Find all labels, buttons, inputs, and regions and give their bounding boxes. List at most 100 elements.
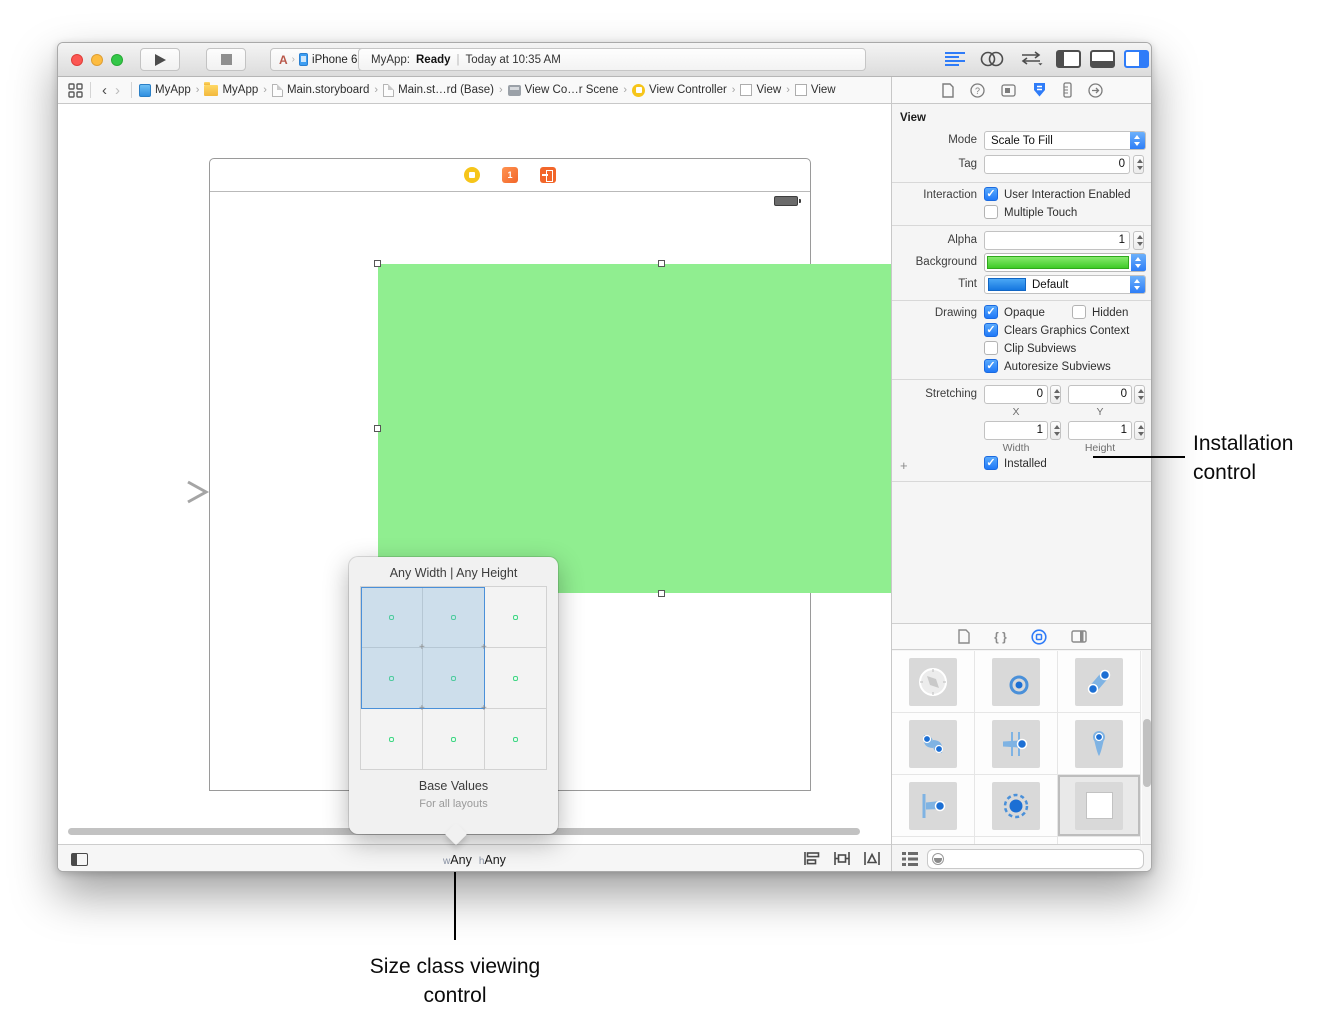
resize-handle-bottom-center[interactable]: [658, 590, 665, 597]
library-item[interactable]: [1058, 651, 1141, 713]
assistant-editor-button[interactable]: [980, 51, 1004, 67]
toggle-navigator-button[interactable]: [1056, 50, 1081, 68]
resize-handle-top-center[interactable]: [658, 260, 665, 267]
alpha-stepper[interactable]: [1133, 231, 1144, 250]
user-interaction-checkbox[interactable]: ✓: [984, 187, 998, 201]
version-editor-button[interactable]: [1018, 50, 1044, 68]
hidden-checkbox[interactable]: ✓: [1072, 305, 1086, 319]
resolve-issues-button[interactable]: [863, 851, 881, 866]
object-library-tab[interactable]: [1031, 629, 1047, 645]
close-window-button[interactable]: [71, 54, 83, 66]
library-item[interactable]: [892, 713, 975, 775]
view-controller-dock-icon[interactable]: [464, 167, 480, 183]
size-class-cell[interactable]: [360, 586, 423, 648]
library-item[interactable]: [975, 775, 1058, 837]
library-item[interactable]: [892, 651, 975, 713]
code-snippet-library-tab[interactable]: { }: [994, 630, 1007, 644]
pin-button[interactable]: [833, 851, 851, 866]
forward-button[interactable]: ›: [111, 83, 124, 98]
file-inspector-tab[interactable]: [942, 83, 954, 98]
stretch-x-field[interactable]: 0: [984, 385, 1048, 404]
stretch-x-stepper[interactable]: [1050, 385, 1061, 404]
background-color-well[interactable]: [984, 253, 1146, 272]
size-class-cell[interactable]: [422, 708, 485, 770]
tag-stepper[interactable]: [1133, 155, 1144, 174]
zoom-window-button[interactable]: [111, 54, 123, 66]
back-button[interactable]: ‹: [98, 83, 111, 98]
quick-help-tab[interactable]: ?: [970, 83, 985, 98]
library-item[interactable]: [892, 837, 975, 844]
size-class-viewing-control[interactable]: wAnyhAny: [58, 851, 891, 869]
add-variation-button[interactable]: +: [900, 458, 908, 473]
chevron-right-icon: ›: [732, 84, 736, 96]
file-template-library-tab[interactable]: [958, 629, 970, 644]
standard-editor-button[interactable]: [944, 51, 966, 67]
library-item[interactable]: [975, 837, 1058, 844]
breadcrumb-project[interactable]: MyApp: [139, 84, 191, 97]
stretch-y-stepper[interactable]: [1134, 385, 1145, 404]
identity-inspector-tab[interactable]: [1001, 83, 1016, 98]
stretch-y-field[interactable]: 0: [1068, 385, 1132, 404]
tag-field[interactable]: 0: [984, 155, 1130, 174]
stretch-height-field[interactable]: 1: [1068, 421, 1132, 440]
related-items-icon[interactable]: [68, 83, 83, 98]
toggle-debug-area-button[interactable]: [1090, 50, 1115, 68]
breadcrumb-storyboard[interactable]: Main.storyboard: [272, 84, 369, 97]
size-class-cell[interactable]: [484, 708, 547, 770]
multiple-touch-checkbox[interactable]: ✓: [984, 205, 998, 219]
grid-dot-icon: [389, 676, 394, 681]
size-class-cell[interactable]: [360, 647, 423, 709]
stretch-width-field[interactable]: 1: [984, 421, 1048, 440]
installed-checkbox[interactable]: ✓: [984, 456, 998, 470]
size-class-cell[interactable]: [422, 647, 485, 709]
connections-inspector-tab[interactable]: [1088, 83, 1103, 98]
mode-popup[interactable]: Scale To Fill: [984, 131, 1146, 150]
opaque-checkbox[interactable]: ✓: [984, 305, 998, 319]
library-scrollbar[interactable]: [1143, 719, 1151, 787]
selected-green-view[interactable]: [378, 264, 946, 593]
breadcrumb-view-controller[interactable]: View Controller: [632, 84, 727, 97]
library-filter-field[interactable]: [927, 849, 1144, 869]
autoresize-subviews-checkbox[interactable]: ✓: [984, 359, 998, 373]
separator: [892, 225, 1152, 226]
breadcrumb-scene[interactable]: View Co…r Scene: [508, 84, 619, 96]
breadcrumb-group[interactable]: MyApp: [204, 84, 258, 96]
size-class-cell[interactable]: [360, 708, 423, 770]
size-class-grid[interactable]: + + + +: [361, 587, 547, 770]
size-class-cell[interactable]: [422, 586, 485, 648]
library-item-view-selected[interactable]: [1058, 775, 1141, 837]
size-inspector-tab[interactable]: [1063, 82, 1072, 98]
breadcrumb-view[interactable]: View: [740, 84, 781, 96]
size-class-cell[interactable]: [484, 586, 547, 648]
attributes-inspector-tab[interactable]: [1032, 82, 1047, 98]
library-item[interactable]: [892, 775, 975, 837]
library-item[interactable]: [975, 651, 1058, 713]
exit-segue-icon[interactable]: [540, 167, 556, 183]
clip-subviews-checkbox[interactable]: ✓: [984, 341, 998, 355]
minimize-window-button[interactable]: [91, 54, 103, 66]
stop-button[interactable]: [206, 48, 246, 71]
library-item[interactable]: [1058, 837, 1141, 844]
clears-graphics-context-checkbox[interactable]: ✓: [984, 323, 998, 337]
grid-dot-icon: [513, 737, 518, 742]
stretch-width-stepper[interactable]: [1050, 421, 1061, 440]
run-button[interactable]: [140, 48, 180, 71]
size-class-cell[interactable]: [484, 647, 547, 709]
background-popup-arrows-icon[interactable]: [1131, 254, 1146, 271]
media-library-tab[interactable]: [1071, 630, 1087, 643]
library-item[interactable]: [975, 713, 1058, 775]
alpha-field[interactable]: 1: [984, 231, 1130, 250]
stack-button[interactable]: [803, 851, 821, 866]
library-item[interactable]: [1058, 713, 1141, 775]
resize-handle-middle-left[interactable]: [374, 425, 381, 432]
storyboard-canvas[interactable]: 1 Any Width | Any Height + +: [58, 104, 891, 872]
resize-handle-top-left[interactable]: [374, 260, 381, 267]
breadcrumb-subview[interactable]: View: [795, 84, 836, 96]
stretch-height-stepper[interactable]: [1134, 421, 1145, 440]
breadcrumb-storyboard-base[interactable]: Main.st…rd (Base): [383, 84, 494, 97]
list-view-toggle-icon[interactable]: [902, 852, 918, 866]
first-responder-icon[interactable]: 1: [502, 167, 518, 183]
tint-popup[interactable]: Default: [984, 275, 1146, 294]
annotation-line: [454, 872, 456, 940]
toggle-utilities-button[interactable]: [1124, 50, 1149, 68]
